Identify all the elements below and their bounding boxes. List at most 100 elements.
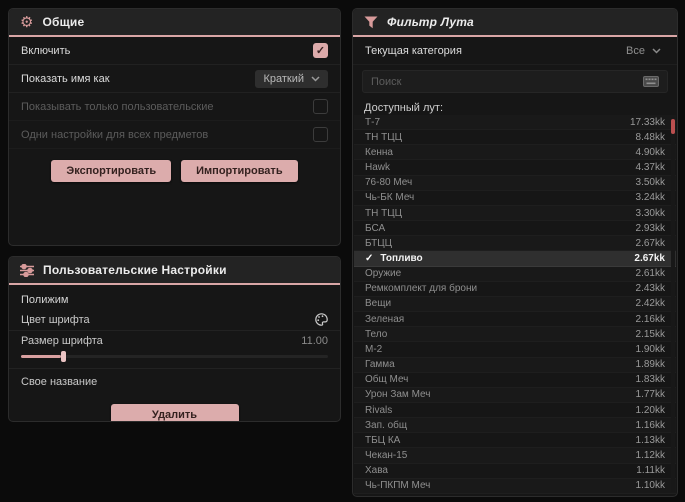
- item-value: 4.37kk: [635, 162, 665, 174]
- custom-name-row: Свое название: [9, 369, 340, 395]
- same-settings-row: Одни настройки для всех предметов: [9, 121, 340, 149]
- font-size-label: Размер шрифта: [21, 335, 103, 347]
- category-dropdown[interactable]: Все: [622, 42, 665, 60]
- item-value: 1.13kk: [635, 434, 665, 446]
- list-item[interactable]: ✓Тело2.15kk: [354, 327, 676, 343]
- item-value: 2.16kk: [635, 313, 665, 325]
- item-value: 1.12kk: [635, 450, 665, 462]
- list-item[interactable]: ✓ Топливо 2.67kk: [354, 251, 676, 267]
- show-name-dropdown-value: Краткий: [263, 72, 304, 85]
- scrollbar[interactable]: [671, 117, 675, 492]
- item-name: Оружие: [365, 268, 402, 280]
- chevron-down-icon: [652, 47, 661, 54]
- list-item[interactable]: ✓Кенна4.90kk: [354, 145, 676, 161]
- general-panel-title: Общие: [42, 15, 85, 29]
- general-settings-panel: ⚙ Общие Включить ✓ Показать имя как Крат…: [8, 8, 341, 246]
- item-name: Тело: [365, 328, 388, 340]
- list-item[interactable]: ✓Оружие2.61kk: [354, 266, 676, 282]
- sliders-icon: [20, 263, 34, 277]
- custom-panel-header: Пользовательские Настройки: [9, 257, 340, 285]
- item-name: 76-80 Меч: [365, 177, 413, 189]
- available-loot-label: Доступный лут:: [364, 102, 444, 114]
- general-panel-header: ⚙ Общие: [9, 9, 340, 37]
- loot-list: ✓Т-717.33kk✓ТН ТЦЦ8.48kk✓Кенна4.90kk✓Haw…: [354, 115, 676, 494]
- check-icon: ✓: [365, 252, 374, 264]
- list-item[interactable]: ✓Hawk4.37kk: [354, 160, 676, 176]
- list-item[interactable]: ✓Общ Меч1.83kk: [354, 373, 676, 388]
- item-name: ТН ТЦЦ: [365, 207, 403, 219]
- scrollbar-thumb[interactable]: [671, 119, 675, 134]
- list-item[interactable]: ✓Зап. общ1.16kk: [354, 418, 676, 434]
- item-name: ТБЦ КА: [365, 434, 401, 446]
- chevron-down-icon: [311, 75, 320, 82]
- enable-checkbox[interactable]: ✓: [313, 43, 328, 58]
- item-name: ТН ТЦЦ: [365, 131, 403, 143]
- gear-icon: ⚙: [20, 13, 34, 31]
- list-item[interactable]: ✓Чекан-151.12kk: [354, 448, 676, 464]
- same-settings-checkbox[interactable]: [313, 127, 328, 142]
- item-name: Чь-БК Меч: [365, 192, 415, 204]
- show-name-row: Показать имя как Краткий: [9, 65, 340, 93]
- item-value: 17.33kk: [629, 116, 665, 128]
- item-value: 1.90kk: [635, 343, 665, 355]
- item-value: 3.50kk: [635, 177, 665, 189]
- palette-icon[interactable]: [315, 313, 328, 326]
- item-value: 2.15kk: [635, 328, 665, 340]
- list-item[interactable]: ✓Зеленая2.16kk: [354, 312, 676, 328]
- funnel-icon: [364, 16, 378, 29]
- list-item[interactable]: ✓Чь-ПКПМ Меч1.10kk: [354, 478, 676, 494]
- item-name: Хава: [365, 465, 388, 477]
- category-row: Текущая категория Все: [353, 37, 677, 65]
- search-input[interactable]: Поиск: [362, 70, 668, 93]
- list-item[interactable]: ✓ТБЦ КА1.13kk: [354, 433, 676, 449]
- list-item[interactable]: ✓Вещи2.42kk: [354, 296, 676, 313]
- item-name: Чекан-15: [365, 450, 408, 462]
- slider-fill: [21, 355, 61, 358]
- item-value: 2.67kk: [634, 252, 665, 264]
- item-value: 1.83kk: [635, 374, 665, 386]
- item-name: Ремкомплект для брони: [365, 283, 478, 295]
- item-name: Т-7: [365, 116, 380, 128]
- list-item[interactable]: ✓Урон Зам Меч1.77kk: [354, 387, 676, 403]
- list-item[interactable]: ✓БСА2.93kk: [354, 221, 676, 237]
- list-item[interactable]: ✓ТН ТЦЦ8.48kk: [354, 130, 676, 146]
- list-item[interactable]: ✓76-80 Меч3.50kk: [354, 175, 676, 191]
- custom-settings-panel: Пользовательские Настройки Полижим Цвет …: [8, 256, 341, 422]
- list-item[interactable]: ✓Rivals1.20kk: [354, 403, 676, 419]
- slider-track: [21, 355, 328, 358]
- list-item[interactable]: ✓Чь-БК Меч3.24kk: [354, 191, 676, 206]
- font-color-row: Цвет шрифта: [9, 309, 340, 330]
- keyboard-icon[interactable]: [643, 76, 659, 87]
- same-settings-label: Одни настройки для всех предметов: [21, 128, 209, 141]
- item-name: Зап. общ: [365, 419, 408, 431]
- item-value: 2.43kk: [635, 283, 665, 295]
- item-name: Hawk: [365, 162, 391, 174]
- item-name: Rivals: [365, 404, 393, 416]
- font-color-label: Цвет шрифта: [21, 313, 90, 326]
- list-item[interactable]: ✓М-21.90kk: [354, 342, 676, 358]
- list-item[interactable]: ✓Ремкомплект для брони2.43kk: [354, 282, 676, 297]
- list-item[interactable]: ✓БТЦЦ2.67kk: [354, 236, 676, 252]
- item-value: 3.24kk: [635, 192, 665, 204]
- selected-item-name: Полижим: [21, 294, 69, 306]
- item-value: 1.10kk: [635, 480, 665, 492]
- import-button[interactable]: Импортировать: [181, 160, 298, 182]
- font-size-row: Размер шрифта 11.00: [9, 331, 340, 351]
- show-name-dropdown[interactable]: Краткий: [255, 69, 328, 88]
- filter-panel-header: Фильтр Лута: [353, 9, 677, 37]
- font-size-slider[interactable]: [21, 351, 328, 362]
- only-custom-checkbox[interactable]: [313, 99, 328, 114]
- custom-name-input[interactable]: Свое название: [21, 376, 97, 388]
- item-name: Зеленая: [365, 313, 405, 325]
- export-button[interactable]: Экспортировать: [51, 160, 172, 182]
- slider-handle[interactable]: [60, 351, 66, 362]
- list-item[interactable]: ✓ТН ТЦЦ3.30kk: [354, 205, 676, 222]
- list-item[interactable]: ✓Хава1.11kk: [354, 464, 676, 479]
- list-item[interactable]: ✓Гамма1.89kk: [354, 357, 676, 373]
- item-value: 2.42kk: [635, 298, 665, 310]
- item-value: 1.20kk: [635, 404, 665, 416]
- custom-panel-title: Пользовательские Настройки: [43, 263, 227, 277]
- list-item[interactable]: ✓Т-717.33kk: [354, 115, 676, 131]
- category-dropdown-value: Все: [626, 44, 645, 57]
- delete-button[interactable]: Удалить: [110, 404, 239, 421]
